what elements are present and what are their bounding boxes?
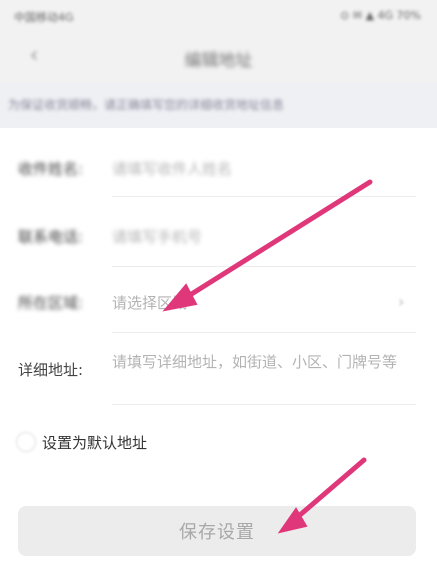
arrow-to-save-icon xyxy=(277,457,367,534)
annotation-arrows xyxy=(162,179,373,534)
arrow-to-region-icon xyxy=(162,179,373,312)
